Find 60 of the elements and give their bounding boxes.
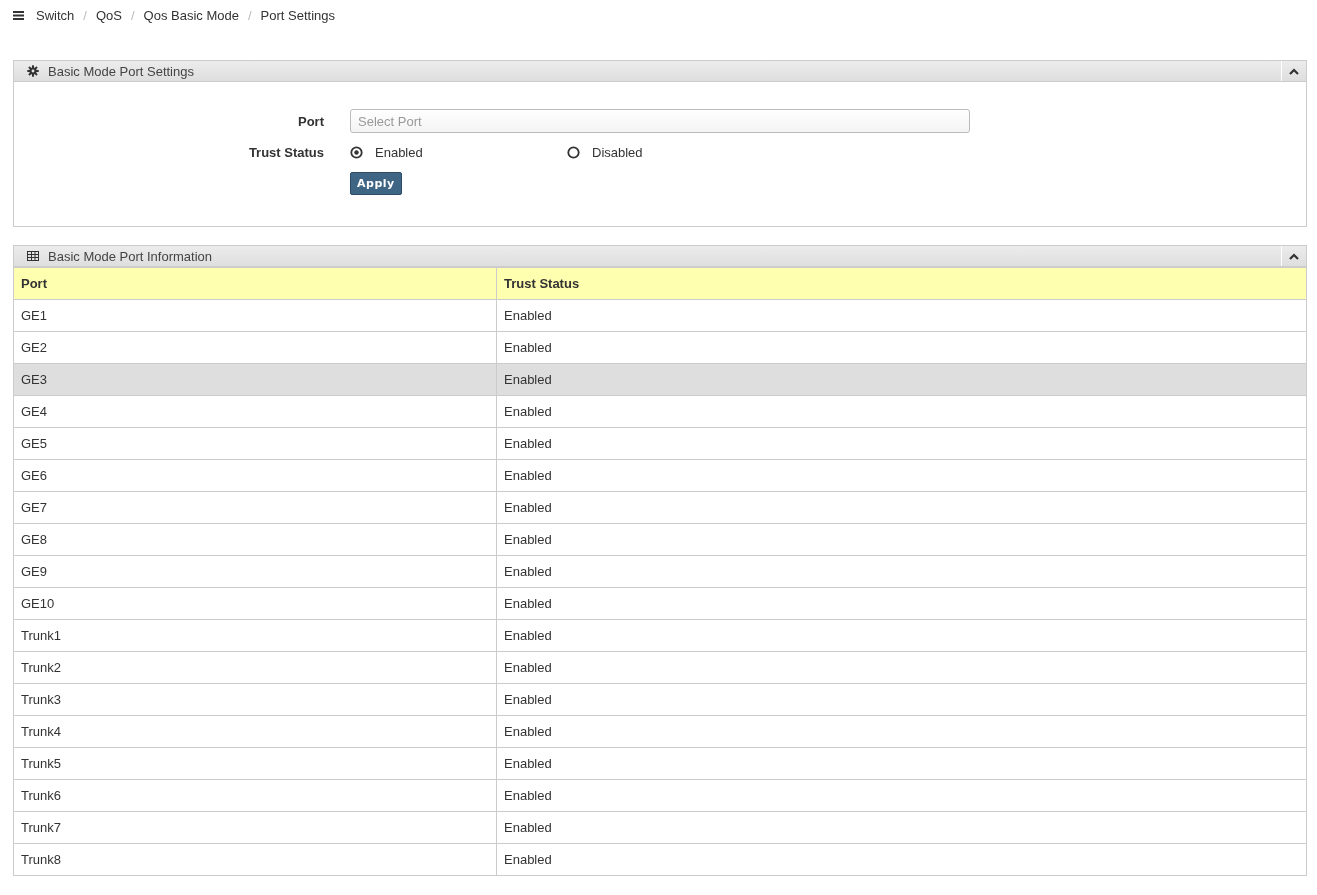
table-row[interactable]: GE2 Enabled <box>14 331 1306 364</box>
table-cell: GE2 <box>14 331 497 364</box>
table-row[interactable]: Trunk7 Enabled <box>14 811 1306 844</box>
table-cell: Trunk5 <box>14 747 497 780</box>
table-row[interactable]: Trunk4 Enabled <box>14 715 1306 748</box>
table-row[interactable]: Trunk3 Enabled <box>14 683 1306 716</box>
breadcrumb-item: Port Settings <box>260 7 335 23</box>
table-cell: Trunk4 <box>14 715 497 748</box>
table-row[interactable]: GE1 Enabled <box>14 299 1306 332</box>
table-row[interactable]: Trunk8 Enabled <box>14 843 1306 875</box>
table-icon <box>27 251 39 261</box>
panel-title: Basic Mode Port Information <box>48 248 213 264</box>
breadcrumb-separator: / <box>130 7 135 23</box>
breadcrumb-item[interactable]: QoS <box>95 7 122 23</box>
table-row[interactable]: GE3 Enabled <box>14 363 1306 396</box>
table-cell: Trunk1 <box>14 619 497 652</box>
column-header: Port <box>14 267 497 300</box>
chevron-up-icon <box>1289 67 1299 75</box>
table-cell: GE8 <box>14 523 497 556</box>
table-row[interactable]: Trunk2 Enabled <box>14 651 1306 684</box>
table-row[interactable]: GE5 Enabled <box>14 427 1306 460</box>
table-cell: Enabled <box>496 843 1306 875</box>
field-label: Trust Status <box>247 145 324 160</box>
table-cell: Trunk3 <box>14 683 497 716</box>
gear-icon <box>27 65 39 77</box>
breadcrumb-item[interactable]: Qos Basic Mode <box>143 7 239 23</box>
breadcrumb-item[interactable]: Switch <box>36 7 75 23</box>
menu-button[interactable] <box>13 10 24 20</box>
table-cell: Trunk2 <box>14 651 497 684</box>
port-select-field[interactable]: Select Port <box>350 109 970 133</box>
table-cell: Trunk6 <box>14 779 497 812</box>
table-row[interactable]: GE8 Enabled <box>14 523 1306 556</box>
table-row[interactable]: Trunk5 Enabled <box>14 747 1306 780</box>
table-row[interactable]: GE6 Enabled <box>14 459 1306 492</box>
table-row[interactable]: Trunk6 Enabled <box>14 779 1306 812</box>
apply-button[interactable]: Apply <box>350 172 402 195</box>
table-row[interactable]: GE4 Enabled <box>14 395 1306 428</box>
field-label: Port <box>297 113 324 129</box>
breadcrumb-separator: / <box>247 7 252 23</box>
table-cell: GE6 <box>14 459 497 492</box>
column-header: Trust Status <box>496 267 1306 300</box>
panel-title: Basic Mode Port Settings <box>48 63 194 79</box>
table-cell: Trunk8 <box>14 843 497 875</box>
table-row[interactable]: Trunk1 Enabled <box>14 619 1306 652</box>
table-cell: GE5 <box>14 427 497 460</box>
menu-icon <box>13 10 24 20</box>
breadcrumb-separator: / <box>83 7 87 23</box>
radio-option[interactable]: Enabled <box>350 145 567 160</box>
table-row[interactable]: GE10 Enabled <box>14 587 1306 620</box>
table-cell: GE7 <box>14 491 497 524</box>
table-cell: GE4 <box>14 395 497 428</box>
radio-option[interactable]: Disabled <box>567 145 784 160</box>
table-row[interactable]: GE7 Enabled <box>14 491 1306 524</box>
chevron-up-icon <box>1289 252 1299 260</box>
table-row[interactable]: GE9 Enabled <box>14 555 1306 588</box>
table-cell: GE1 <box>14 299 497 332</box>
table-cell: Trunk7 <box>14 811 497 844</box>
table-cell: GE3 <box>14 363 497 396</box>
table-cell: GE9 <box>14 555 497 588</box>
table-cell: GE10 <box>14 587 497 620</box>
